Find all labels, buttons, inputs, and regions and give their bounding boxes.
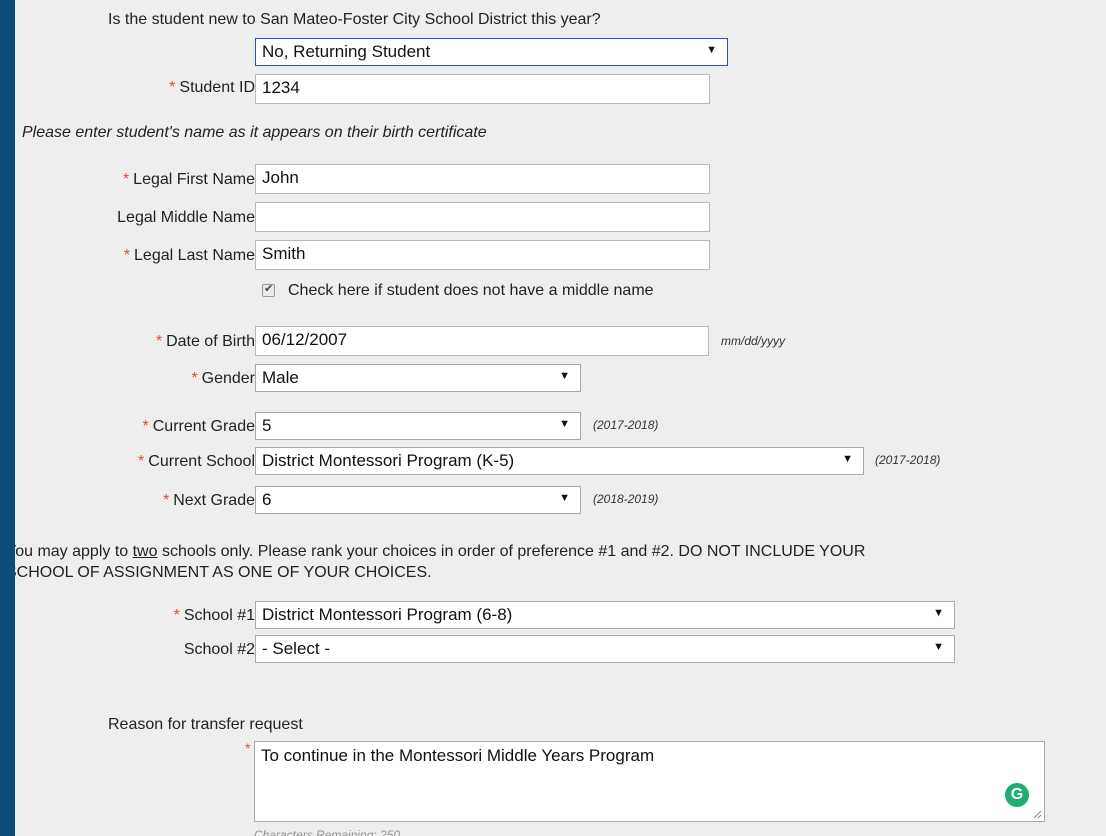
gender-label-text: Gender bbox=[201, 370, 255, 387]
apply-note-underlined: two bbox=[132, 543, 158, 560]
required-marker: * bbox=[138, 453, 145, 470]
required-marker: * bbox=[162, 492, 170, 509]
required-marker: * bbox=[122, 171, 130, 188]
last-name-label-text: Legal Last Name bbox=[134, 247, 255, 264]
student-id-label-text: Student ID bbox=[179, 79, 255, 96]
first-name-label: * Legal First Name bbox=[123, 171, 255, 189]
no-middle-name-label: Check here if student does not have a mi… bbox=[288, 282, 654, 299]
last-name-label: * Legal Last Name bbox=[124, 247, 255, 265]
bottom-fade bbox=[245, 822, 1045, 836]
reason-textarea[interactable]: To continue in the Montessori Middle Yea… bbox=[254, 741, 1045, 822]
next-grade-select[interactable]: 6 ▼ bbox=[255, 486, 581, 514]
reason-label: Reason for transfer request bbox=[108, 716, 303, 733]
current-school-period: (2017-2018) bbox=[875, 453, 941, 467]
gender-label: * Gender bbox=[191, 370, 255, 388]
required-marker: * bbox=[142, 418, 149, 435]
apply-note-line2: SCHOOL OF ASSIGNMENT AS ONE OF YOUR CHOI… bbox=[15, 564, 432, 581]
next-grade-period: (2018-2019) bbox=[593, 492, 659, 506]
middle-name-label: Legal Middle Name bbox=[117, 209, 255, 226]
current-school-label: * Current School bbox=[138, 453, 255, 471]
chevron-down-icon: ▼ bbox=[559, 492, 570, 504]
current-school-select[interactable]: District Montessori Program (K-5) ▼ bbox=[255, 447, 864, 475]
first-name-field[interactable]: John bbox=[255, 164, 710, 194]
first-name-label-text: Legal First Name bbox=[133, 171, 255, 188]
current-grade-select-value: 5 bbox=[262, 416, 272, 435]
school2-select-value: - Select - bbox=[262, 639, 331, 658]
chevron-down-icon: ▼ bbox=[842, 453, 853, 465]
school1-label: * School #1 bbox=[174, 607, 255, 625]
current-grade-select[interactable]: 5 ▼ bbox=[255, 412, 581, 440]
current-school-select-value: District Montessori Program (K-5) bbox=[262, 451, 515, 470]
school1-select[interactable]: District Montessori Program (6-8) ▼ bbox=[255, 601, 955, 629]
next-grade-select-value: 6 bbox=[262, 490, 272, 509]
required-marker: * bbox=[123, 247, 131, 264]
gender-select-value: Male bbox=[262, 368, 299, 387]
form-panel: Is the student new to San Mateo-Foster C… bbox=[15, 0, 1106, 836]
current-grade-label: * Current Grade bbox=[143, 418, 256, 436]
current-school-label-text: Current School bbox=[148, 453, 255, 470]
school2-label: School #2 bbox=[183, 641, 255, 658]
current-grade-period: (2017-2018) bbox=[593, 418, 659, 432]
new-student-select-value: No, Returning Student bbox=[262, 42, 431, 61]
checkmark-icon: ✔ bbox=[264, 283, 274, 295]
apply-note-part2: schools only. Please rank your choices i… bbox=[157, 543, 866, 560]
apply-note-part1: You may apply to bbox=[15, 543, 133, 560]
required-marker: * bbox=[245, 740, 251, 756]
current-grade-label-text: Current Grade bbox=[152, 418, 255, 435]
grammarly-icon[interactable]: G bbox=[1005, 783, 1029, 807]
new-student-question: Is the student new to San Mateo-Foster C… bbox=[108, 11, 601, 28]
dob-field[interactable]: 06/12/2007 bbox=[255, 326, 709, 356]
resize-handle-icon[interactable] bbox=[1032, 809, 1042, 819]
next-grade-label-text: Next Grade bbox=[173, 492, 255, 509]
gender-select[interactable]: Male ▼ bbox=[255, 364, 581, 392]
required-marker: * bbox=[191, 370, 198, 387]
chevron-down-icon: ▼ bbox=[559, 370, 570, 382]
school1-label-text: School #1 bbox=[183, 607, 255, 624]
next-grade-label: * Next Grade bbox=[163, 492, 255, 510]
required-marker: * bbox=[173, 607, 180, 624]
new-student-select[interactable]: No, Returning Student ▼ bbox=[255, 38, 728, 66]
chevron-down-icon: ▼ bbox=[706, 44, 717, 56]
school1-select-value: District Montessori Program (6-8) bbox=[262, 605, 513, 624]
school2-select[interactable]: - Select - ▼ bbox=[255, 635, 955, 663]
dob-label: * Date of Birth bbox=[156, 333, 255, 351]
apply-instructions: You may apply to two schools only. Pleas… bbox=[15, 541, 1106, 583]
last-name-field[interactable]: Smith bbox=[255, 240, 710, 270]
dob-format-hint: mm/dd/yyyy bbox=[721, 334, 786, 348]
required-marker: * bbox=[155, 333, 163, 350]
middle-name-field[interactable] bbox=[255, 202, 710, 232]
student-id-label: * Student ID bbox=[169, 79, 255, 97]
student-id-field[interactable]: 1234 bbox=[255, 74, 710, 104]
dob-label-text: Date of Birth bbox=[166, 333, 255, 350]
chevron-down-icon: ▼ bbox=[933, 641, 944, 653]
no-middle-name-checkbox[interactable]: ✔ bbox=[262, 283, 275, 297]
name-note: Please enter student's name as it appear… bbox=[22, 124, 487, 141]
chevron-down-icon: ▼ bbox=[933, 607, 944, 619]
required-marker: * bbox=[169, 79, 176, 96]
chevron-down-icon: ▼ bbox=[559, 418, 570, 430]
